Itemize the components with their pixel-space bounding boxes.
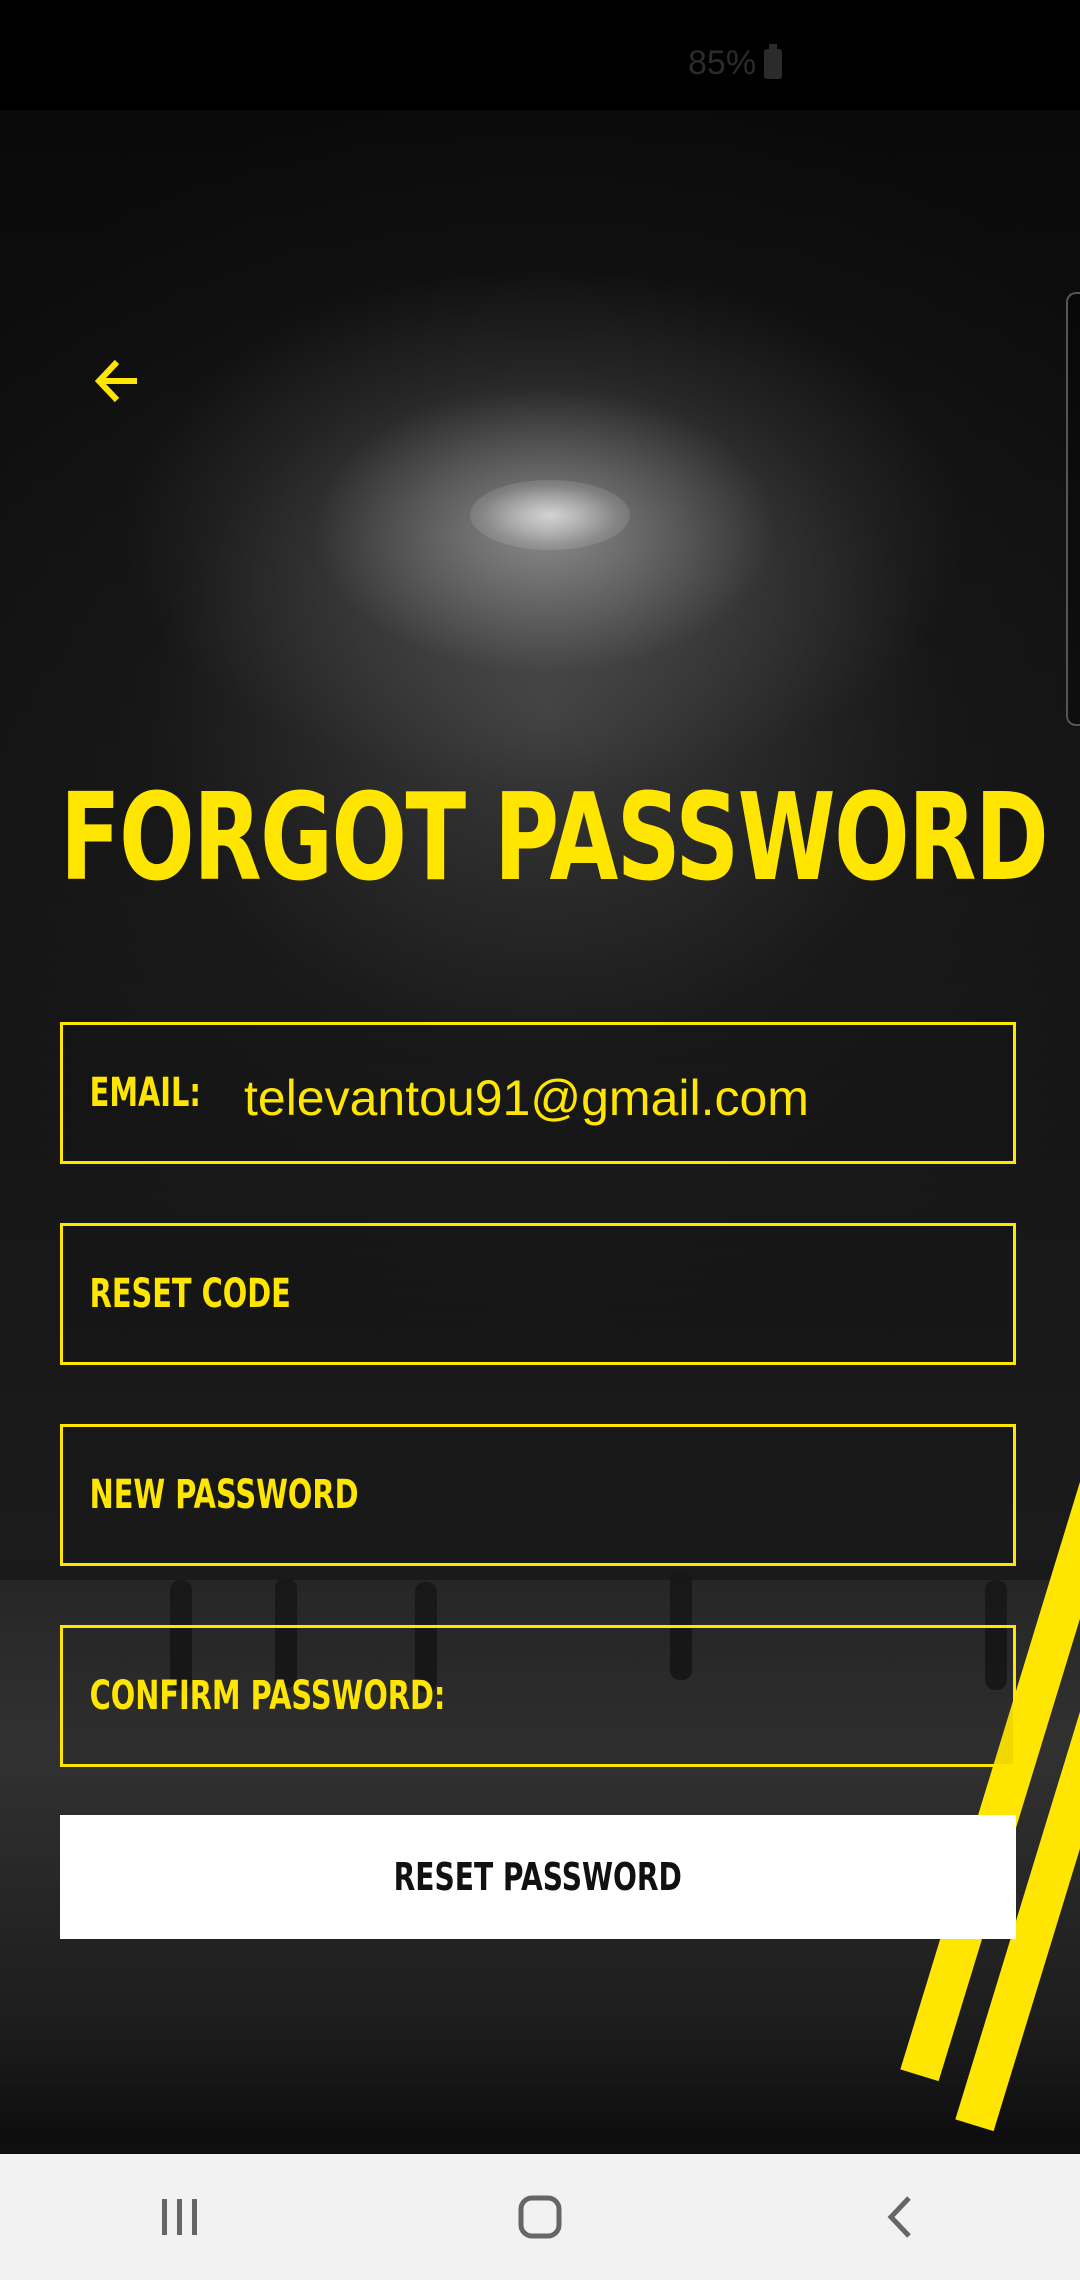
reset-password-button-label: RESET PASSWORD	[393, 1855, 683, 1899]
reset-code-field[interactable]: RESET CODE	[60, 1223, 1016, 1365]
chevron-left-icon[interactable]	[860, 2177, 940, 2257]
reset-code-placeholder: RESET CODE	[89, 1271, 291, 1317]
confirm-password-placeholder: CONFIRM PASSWORD:	[89, 1673, 446, 1719]
email-input[interactable]	[244, 1069, 984, 1127]
home-icon[interactable]	[500, 2177, 580, 2257]
floodlight	[470, 480, 630, 550]
email-label: EMAIL:	[89, 1070, 201, 1116]
reset-password-button[interactable]: RESET PASSWORD	[60, 1815, 1016, 1939]
battery-icon	[764, 43, 783, 79]
new-password-field[interactable]: NEW PASSWORD	[60, 1424, 1016, 1566]
battery-percent: 85%	[688, 44, 757, 82]
back-arrow-icon[interactable]	[94, 358, 141, 404]
system-nav-bar	[0, 2154, 1080, 2280]
battery-indicator: 85%	[688, 43, 783, 83]
new-password-placeholder: NEW PASSWORD	[89, 1472, 359, 1518]
status-bar: 85%	[0, 0, 1080, 110]
confirm-password-field[interactable]: CONFIRM PASSWORD:	[60, 1625, 1016, 1767]
edge-panel-handle[interactable]	[1066, 292, 1080, 726]
email-field[interactable]: EMAIL:	[60, 1022, 1016, 1164]
recent-apps-icon[interactable]	[140, 2177, 220, 2257]
page-title: FORGOT PASSWORD	[60, 769, 1049, 908]
